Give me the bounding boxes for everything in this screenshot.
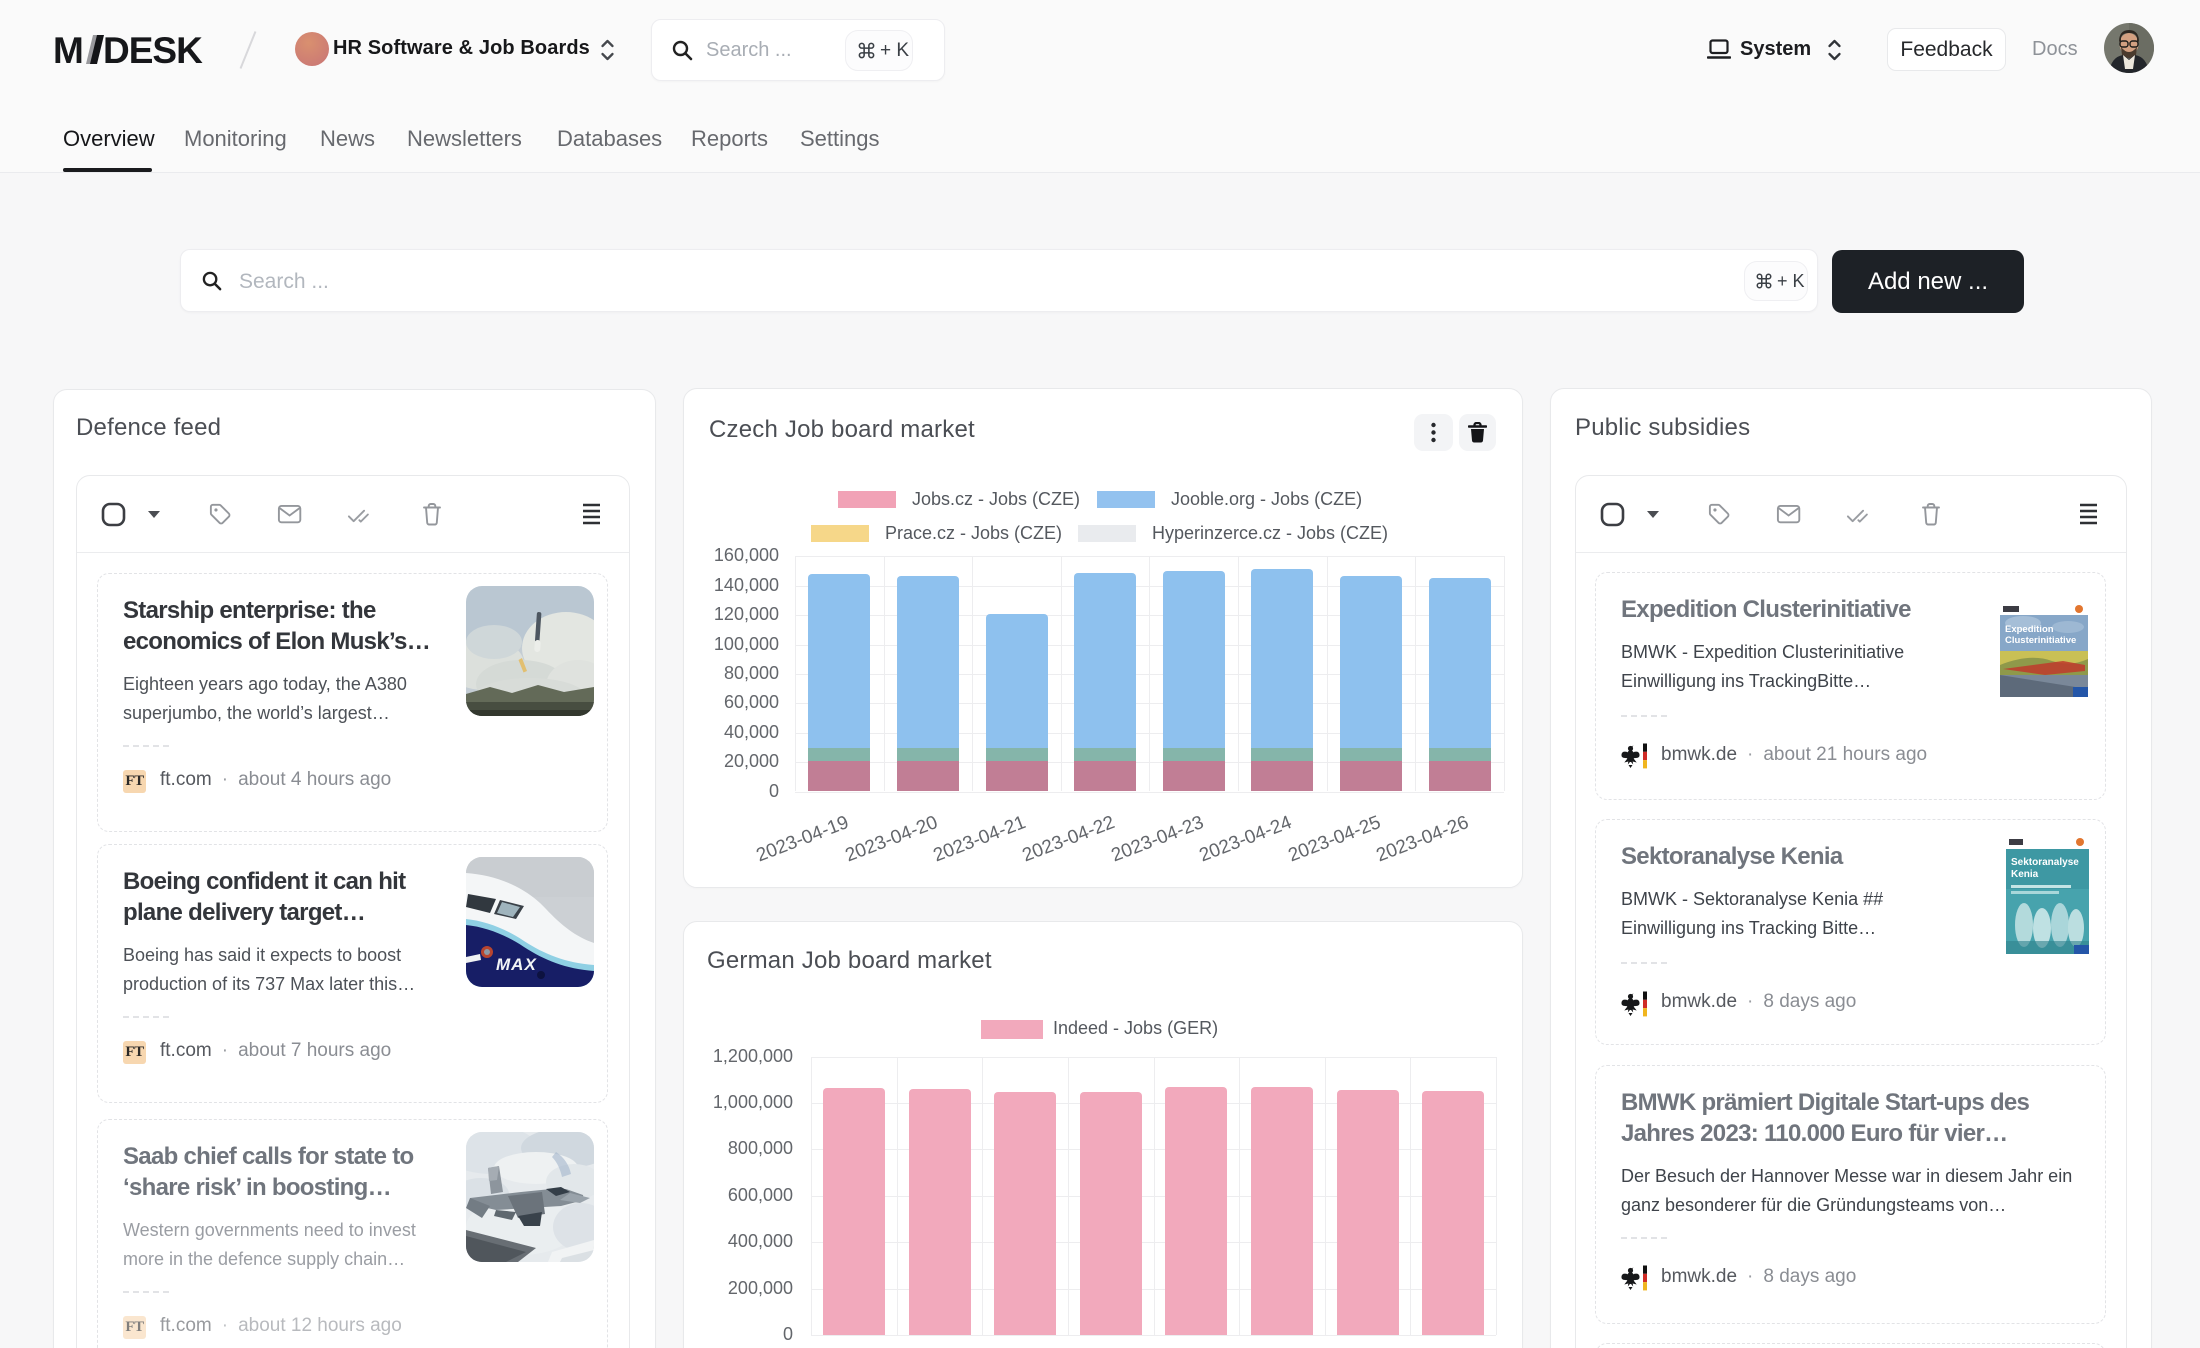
svg-text:Expedition: Expedition	[2005, 624, 2054, 635]
svg-text:Kenia: Kenia	[2011, 869, 2039, 880]
svg-text:DESK: DESK	[103, 30, 203, 70]
svg-text:Clusterinitiative: Clusterinitiative	[2005, 635, 2076, 646]
svg-text:Sektoranalyse: Sektoranalyse	[2011, 857, 2079, 868]
svg-text:M: M	[53, 30, 83, 70]
svg-text:MAX: MAX	[496, 955, 537, 974]
